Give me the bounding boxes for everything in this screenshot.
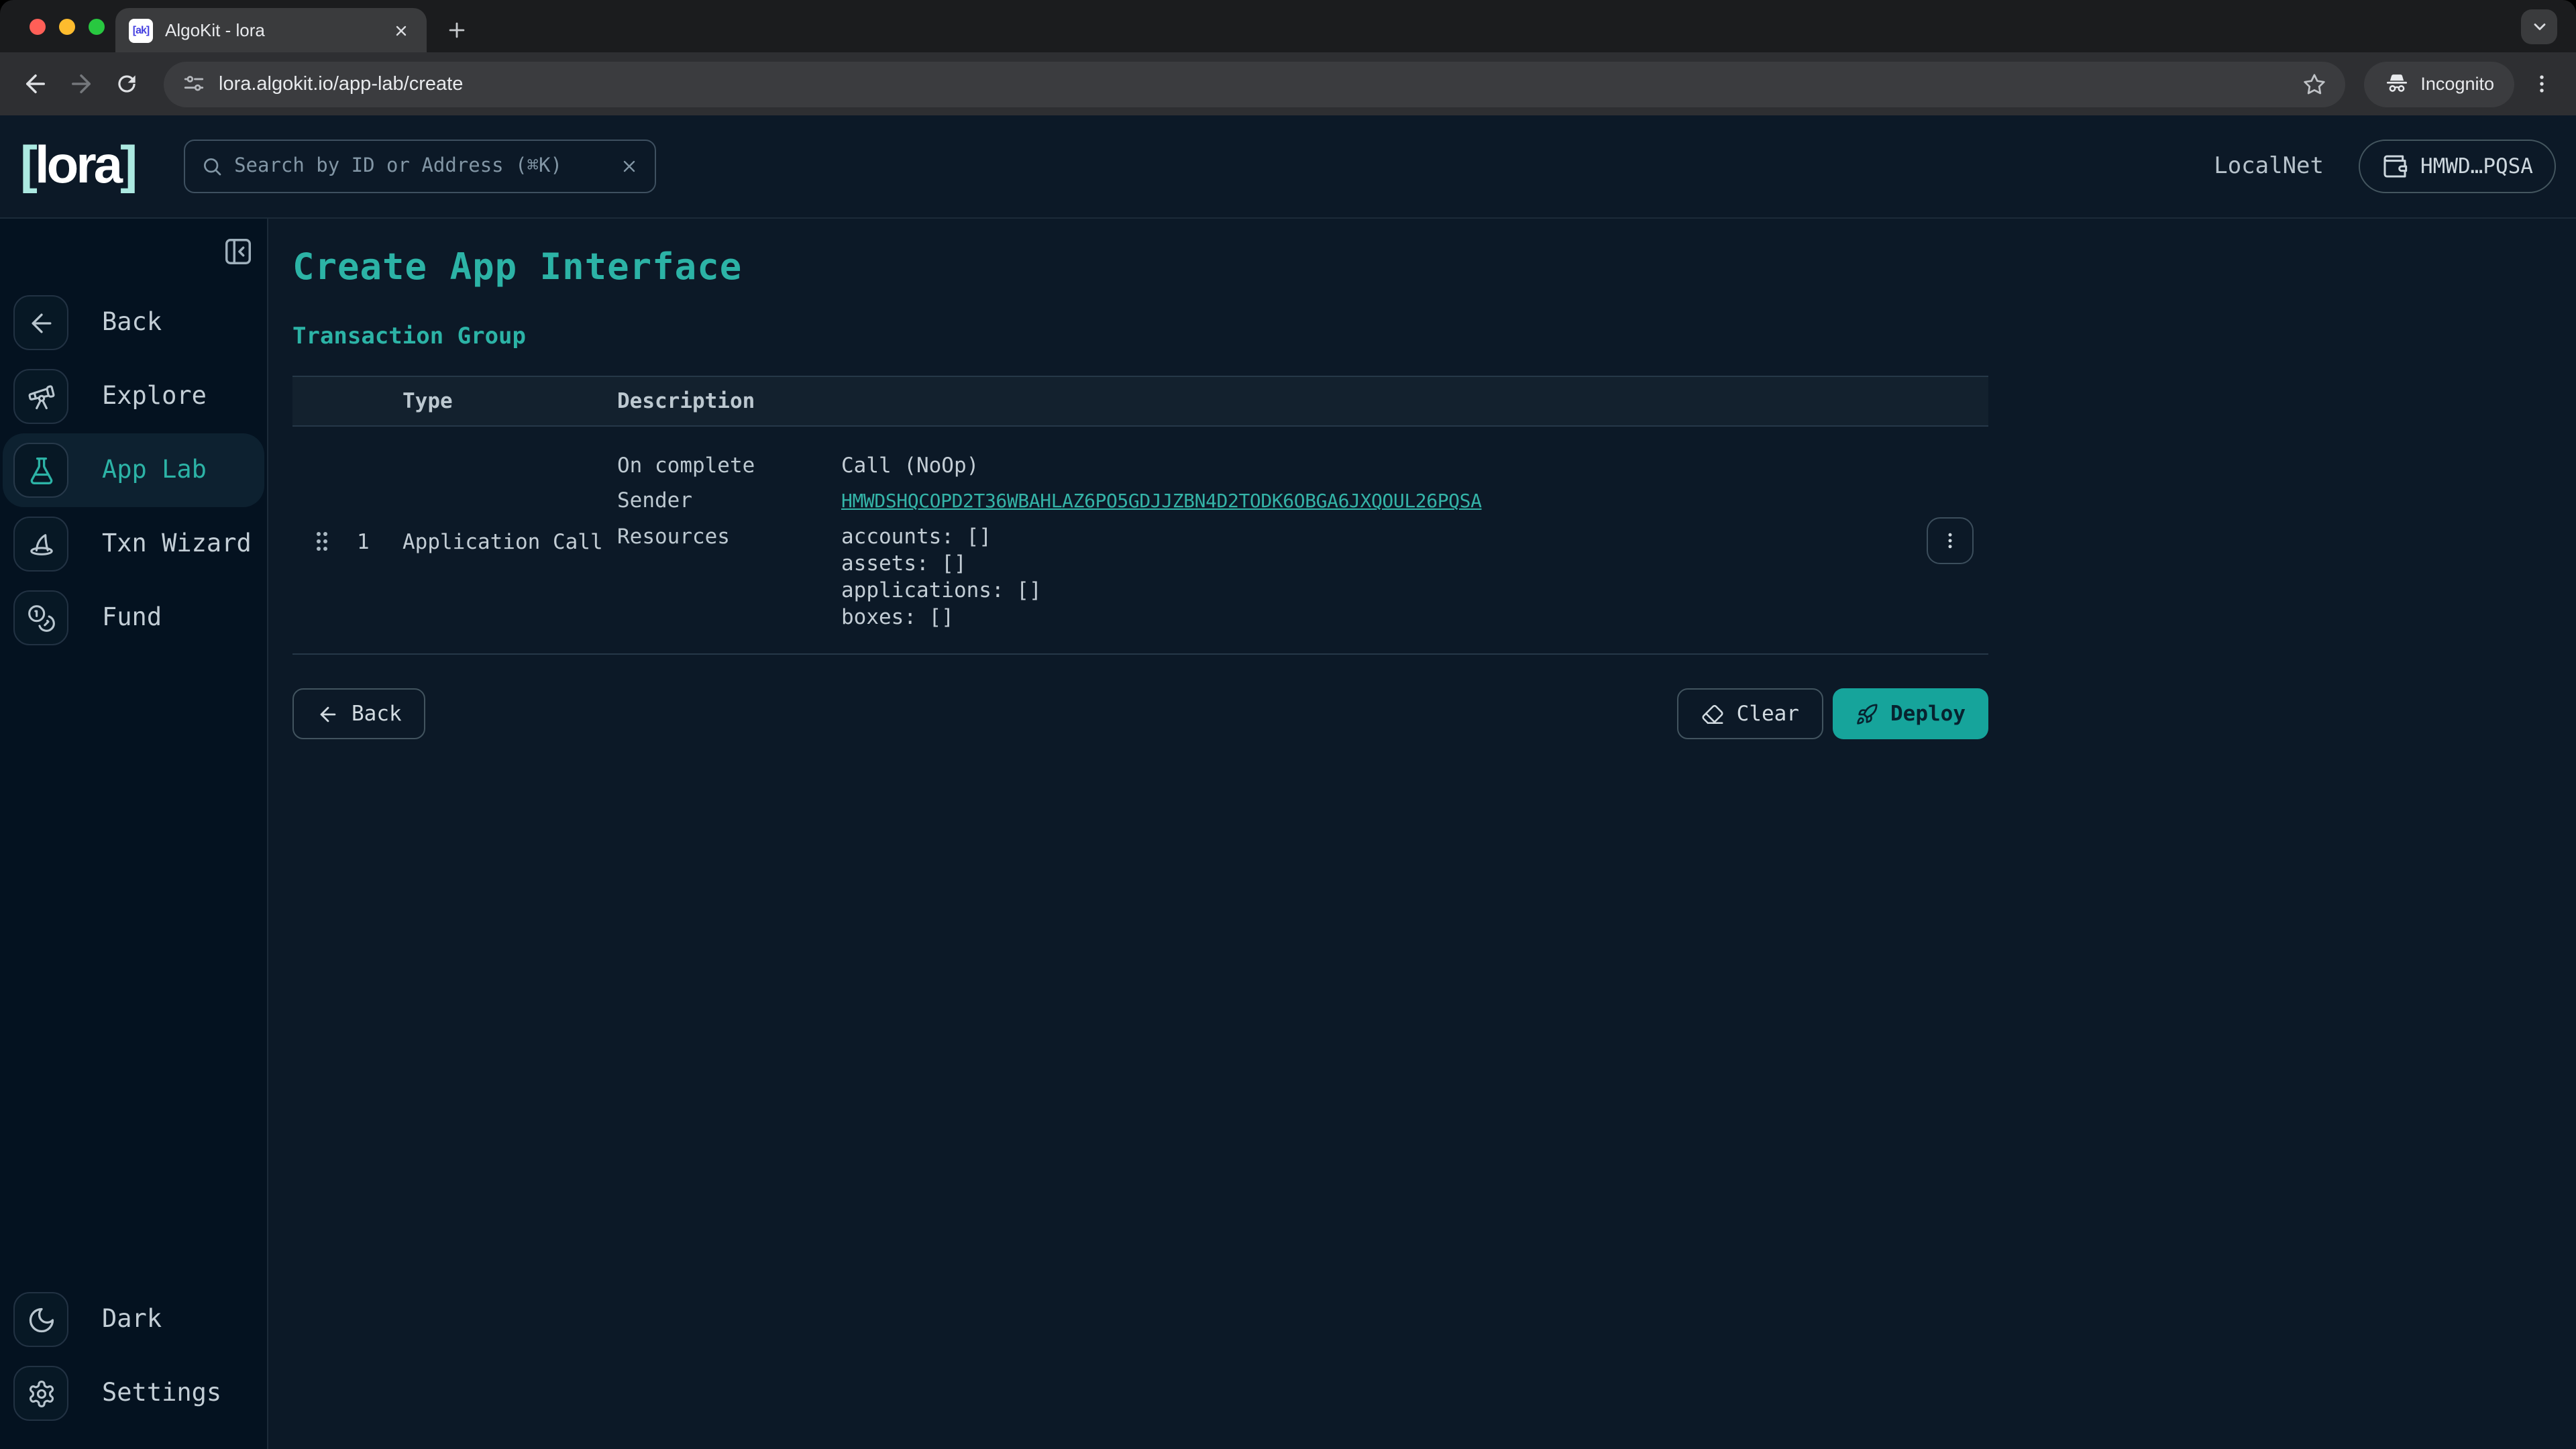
incognito-label: Incognito — [2420, 74, 2494, 94]
action-bar: Back Clear Deploy — [292, 688, 1988, 739]
sidebar-item-theme-toggle[interactable]: Dark — [3, 1283, 264, 1356]
section-title: Transaction Group — [292, 323, 2576, 350]
table-header-row: Type Description — [292, 377, 1988, 427]
coins-icon — [13, 590, 68, 645]
sidebar-item-explore[interactable]: Explore — [3, 360, 264, 433]
incognito-badge: Incognito — [2364, 61, 2514, 107]
app-header: [lora] LocalNet HMWD…PQSA — [0, 115, 2576, 219]
table-row[interactable]: 1 Application Call On complete Call (NoO… — [292, 427, 1988, 653]
sidebar-item-fund[interactable]: Fund — [3, 581, 264, 655]
network-label[interactable]: LocalNet — [2214, 153, 2324, 180]
arrow-left-icon — [317, 702, 339, 725]
browser-tab[interactable]: [ak] AlgoKit - lora — [115, 8, 427, 52]
search-input[interactable] — [234, 156, 607, 177]
row-index: 1 — [357, 529, 402, 553]
sender-address-link[interactable]: HMWDSHQCOPD2T36WBAHLAZ6PO5GDJJZBN4D2TODK… — [841, 491, 1482, 513]
sidebar-item-app-lab[interactable]: App Lab — [3, 433, 264, 507]
moon-icon — [13, 1292, 68, 1347]
favicon: [ak] — [129, 18, 153, 42]
wallet-button[interactable]: HMWD…PQSA — [2359, 140, 2556, 193]
column-header-description: Description — [617, 389, 841, 413]
telescope-icon — [13, 369, 68, 424]
clear-button[interactable]: Clear — [1678, 688, 1823, 739]
new-tab-button[interactable] — [437, 11, 475, 48]
window-controls — [30, 19, 105, 35]
url-text[interactable]: lora.algokit.io/app-lab/create — [219, 73, 2289, 95]
lora-app: [lora] LocalNet HMWD…PQSA — [0, 115, 2576, 1449]
browser-menu-icon[interactable] — [2522, 65, 2560, 103]
bookmark-star-icon[interactable] — [2302, 72, 2326, 96]
arrow-left-icon — [13, 295, 68, 350]
row-type: Application Call — [402, 529, 617, 553]
deploy-button[interactable]: Deploy — [1833, 688, 1988, 739]
resources-accounts: accounts: [] — [841, 523, 1988, 550]
wallet-icon — [2381, 153, 2408, 180]
resources-label: Resources — [617, 523, 841, 631]
rocket-icon — [1856, 702, 1878, 725]
lora-logo[interactable]: [lora] — [20, 137, 135, 196]
back-button[interactable]: Back — [292, 688, 426, 739]
browser-tab-strip: [ak] AlgoKit - lora — [0, 0, 2576, 52]
sidebar: Back Explore App Lab — [0, 219, 268, 1449]
sender-label: Sender — [617, 487, 841, 515]
drag-handle-icon[interactable] — [313, 530, 357, 553]
browser-toolbar: lora.algokit.io/app-lab/create Incognito — [0, 52, 2576, 115]
on-complete-label: On complete — [617, 452, 841, 479]
collapse-sidebar-icon[interactable] — [223, 236, 254, 267]
on-complete-value: Call (NoOp) — [841, 452, 1988, 479]
eraser-icon — [1702, 702, 1725, 725]
sidebar-item-back[interactable]: Back — [3, 286, 264, 360]
gear-icon — [13, 1366, 68, 1421]
sidebar-footer: Dark Settings — [3, 1283, 264, 1449]
site-settings-icon[interactable] — [182, 72, 205, 95]
resources-applications: applications: [] — [841, 577, 1988, 604]
resources-assets: assets: [] — [841, 550, 1988, 577]
reload-icon[interactable] — [107, 65, 145, 103]
column-header-type: Type — [402, 389, 617, 413]
sidebar-nav: Back Explore App Lab — [3, 286, 264, 655]
wallet-address: HMWD…PQSA — [2420, 154, 2533, 178]
tab-close-icon[interactable] — [389, 18, 413, 42]
close-window-button[interactable] — [30, 19, 46, 35]
row-description: On complete Call (NoOp) Sender HMWDSHQCO… — [617, 452, 1988, 631]
row-menu-button[interactable] — [1927, 517, 1974, 564]
search-icon — [201, 156, 222, 177]
main-content: Create App Interface Transaction Group T… — [268, 219, 2576, 1449]
sidebar-item-txn-wizard[interactable]: Txn Wizard — [3, 507, 264, 581]
minimize-window-button[interactable] — [59, 19, 75, 35]
resources-boxes: boxes: [] — [841, 604, 1988, 631]
flask-icon — [13, 443, 68, 498]
page-title: Create App Interface — [292, 247, 2576, 288]
incognito-icon — [2384, 71, 2410, 97]
tab-title: AlgoKit - lora — [165, 20, 377, 40]
zoom-window-button[interactable] — [89, 19, 105, 35]
search-clear-icon[interactable] — [619, 157, 638, 176]
wizard-hat-icon — [13, 517, 68, 572]
transaction-group-table: Type Description 1 Application Call On c… — [292, 376, 1988, 655]
tab-search-button[interactable] — [2521, 9, 2557, 44]
address-bar[interactable]: lora.algokit.io/app-lab/create — [164, 61, 2345, 107]
forward-icon[interactable] — [62, 65, 99, 103]
search-box[interactable] — [183, 140, 655, 193]
back-icon[interactable] — [16, 65, 54, 103]
screen: [ak] AlgoKit - lora lora.algokit.io/a — [0, 0, 2576, 1449]
sidebar-item-settings[interactable]: Settings — [3, 1356, 264, 1430]
